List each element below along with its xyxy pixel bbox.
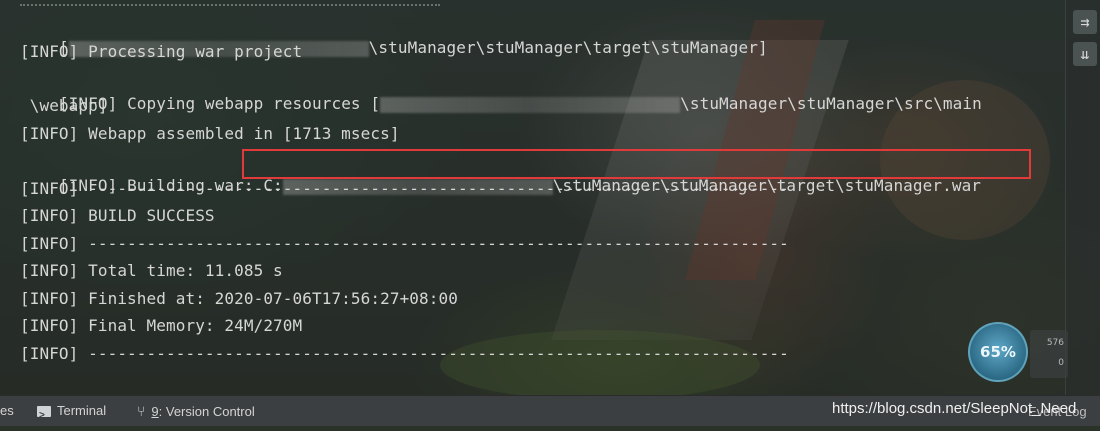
console-line: [INFO] Processing war project (20, 42, 303, 61)
console-line: [INFO] Copying webapp resources [\stuMan… (20, 68, 982, 113)
memory-indicator: 576 0 (1030, 330, 1068, 378)
console-text: \stuManager\stuManager\src\main (680, 94, 982, 113)
console-line: \webapp] (20, 96, 108, 115)
redacted-path (380, 96, 681, 113)
console-line: [INFO] ---------------------------------… (20, 234, 789, 253)
console-line: [INFO] ---------------------------------… (20, 179, 789, 198)
console-line: [INFO] ---------------------------------… (20, 344, 789, 363)
terminal-icon (37, 401, 51, 431)
console-line: [INFO] BUILD SUCCESS (20, 206, 215, 225)
branch-icon: ⑂ (137, 403, 146, 419)
console-line: [\stuManager\stuManager\target\stuManage… (20, 12, 768, 57)
watermark-text: https://blog.csdn.net/SleepNot_Need (832, 400, 1077, 417)
console-toolbar: ⇉ ⇊ (1065, 0, 1100, 395)
terminal-tab[interactable]: Terminal (37, 396, 106, 431)
scrolled-line-fragment (20, 0, 440, 6)
tool-window-tab-partial[interactable]: es (0, 396, 14, 426)
scroll-to-end-icon[interactable]: ⇊ (1073, 42, 1097, 66)
console-output-panel[interactable]: [\stuManager\stuManager\target\stuManage… (0, 0, 1065, 395)
console-text: \stuManager\stuManager\target\stuManager… (368, 38, 768, 57)
highlight-box (242, 149, 1031, 179)
soft-wrap-icon[interactable]: ⇉ (1073, 10, 1097, 34)
console-line: [INFO] Final Memory: 24M/270M (20, 316, 303, 335)
console-line: [INFO] Finished at: 2020-07-06T17:56:27+… (20, 289, 458, 308)
console-line: [INFO] Total time: 11.085 s (20, 261, 283, 280)
console-line: [INFO] Webapp assembled in [1713 msecs] (20, 124, 400, 143)
version-control-tab[interactable]: ⑂ 9: Version Control (137, 396, 255, 426)
cpu-gauge-widget[interactable]: 65% (968, 322, 1028, 382)
